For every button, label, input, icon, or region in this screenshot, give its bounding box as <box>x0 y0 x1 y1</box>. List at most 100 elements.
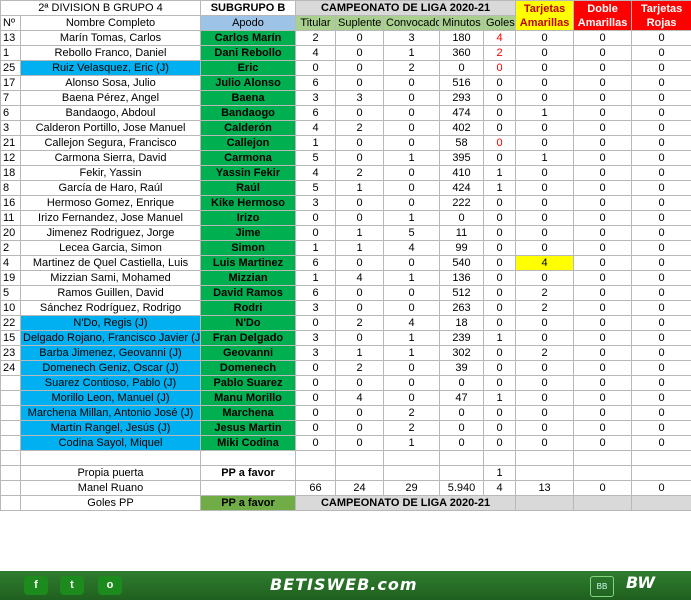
facebook-icon[interactable]: f <box>24 576 48 595</box>
goles-value: 0 <box>482 105 517 121</box>
goles-pp-row: Goles PP PP a favor CAMPEONATO DE LIGA 202… <box>0 495 691 511</box>
goles-value: 0 <box>482 315 517 331</box>
goles-header: Goles <box>482 15 517 31</box>
suplente-value: 0 <box>335 435 384 451</box>
convocado-value: 2 <box>383 420 440 436</box>
tarjetas-rojas-value: 0 <box>631 195 691 211</box>
propia-puerta-row: Propia puerta PP a favor 1 <box>0 465 691 481</box>
tarjetas-amarillas-value: 0 <box>515 90 575 106</box>
minutos-value: 0 <box>439 420 484 436</box>
titular-value: 0 <box>295 390 336 406</box>
campeonato-title: CAMPEONATO DE LIGA 2020-21 <box>294 0 517 16</box>
convocado-value: 0 <box>383 195 440 211</box>
player-full-name: N'Do, Regis (J) <box>20 315 201 331</box>
minutos-value: 402 <box>439 120 484 136</box>
tarjetas-rojas-value: 0 <box>631 150 691 166</box>
convocado-value: 1 <box>383 330 440 346</box>
doble-amarillas-value: 0 <box>573 300 633 316</box>
twitter-icon[interactable]: t <box>60 576 84 595</box>
tarjetas-amarillas-value: 1 <box>515 150 575 166</box>
minutos-value: 512 <box>439 285 484 301</box>
minutos-value: 263 <box>439 300 484 316</box>
doble-amarillas-value: 0 <box>573 195 633 211</box>
table-row: 2 Lecea Garcia, Simon Simon 1 1 4 99 0 0 0 0 <box>0 240 691 256</box>
tarjetas-rojas-value: 0 <box>631 45 691 61</box>
goles-value: 0 <box>482 60 517 76</box>
player-full-name: Marchena Millan, Antonio José (J) <box>20 405 201 421</box>
tarjetas-rojas-value: 0 <box>631 240 691 256</box>
player-number: 25 <box>0 60 21 76</box>
player-full-name: Ruiz Velasquez, Eric (J) <box>20 60 201 76</box>
tarjetas-amarillas-value: 0 <box>515 420 575 436</box>
instagram-icon[interactable]: o <box>98 576 122 595</box>
player-number: 17 <box>0 75 21 91</box>
doble-amarillas-value: 0 <box>573 45 633 61</box>
goles-value: 0 <box>482 270 517 286</box>
table-row: 15 Delgado Rojano, Francisco Javier (J) Fr… <box>0 330 691 346</box>
goles-value: 0 <box>482 210 517 226</box>
suplente-value: 2 <box>335 315 384 331</box>
tarjetas-amarillas-value: 0 <box>515 75 575 91</box>
table-row: Suarez Contioso, Pablo (J) Pablo Suarez 0 0… <box>0 375 691 391</box>
titular-value: 0 <box>295 315 336 331</box>
tarjetas-amarillas-value: 1 <box>515 105 575 121</box>
titular-value: 5 <box>295 150 336 166</box>
goles-value: 1 <box>482 390 517 406</box>
titular-value: 3 <box>295 195 336 211</box>
goles-value: 1 <box>482 330 517 346</box>
tarjetas-rojas-value: 0 <box>631 390 691 406</box>
suplente-value: 0 <box>335 75 384 91</box>
minutos-value: 302 <box>439 345 484 361</box>
convocado-value: 4 <box>383 240 440 256</box>
bw-logo[interactable]: BW <box>626 573 655 592</box>
empty-cell <box>439 450 484 466</box>
doble-amarillas-value: 0 <box>573 420 633 436</box>
goles-value: 0 <box>482 255 517 271</box>
convocado-value: 0 <box>383 255 440 271</box>
doble-amarillas-value: 0 <box>573 120 633 136</box>
player-number: 24 <box>0 360 21 376</box>
titular-value: 0 <box>295 435 336 451</box>
titular-value: 0 <box>295 60 336 76</box>
player-number <box>0 420 21 436</box>
player-number: 1 <box>0 45 21 61</box>
convocado-value: 4 <box>383 315 440 331</box>
titular-value: 0 <box>295 420 336 436</box>
titular-value: 1 <box>295 135 336 151</box>
tarjetas-amarillas-value: 2 <box>515 285 575 301</box>
titular-header: Titular <box>295 15 336 31</box>
table-row: Morillo Leon, Manuel (J) Manu Morillo 0 4 0 4… <box>0 390 691 406</box>
minutos-value: 239 <box>439 330 484 346</box>
titular-value: 4 <box>295 45 336 61</box>
doble-amarillas-value: 0 <box>573 105 633 121</box>
brand-logo[interactable]: BETISWEB.com <box>270 575 418 594</box>
titular-value: 3 <box>295 90 336 106</box>
table-row: 20 Jimenez Rodriguez, Jorge Jime 0 1 5 11 0 0 0 0 <box>0 225 691 241</box>
total-minutos: 5.940 <box>439 480 484 496</box>
table-row: 1 Rebollo Franco, Daniel Dani Rebollo 4 0 1 36… <box>0 45 691 61</box>
player-apodo: Julio Alonso <box>200 75 296 91</box>
player-apodo: Yassin Fekir <box>200 165 296 181</box>
player-apodo: Baena <box>200 90 296 106</box>
player-number: 13 <box>0 30 21 46</box>
player-full-name: Martinez de Quel Castiella, Luis <box>20 255 201 271</box>
empty-cell <box>0 480 21 496</box>
empty-cell <box>515 495 575 511</box>
tarjetas-amarillas-value: 0 <box>515 270 575 286</box>
minutos-value: 99 <box>439 240 484 256</box>
table-row: 16 Hermoso Gomez, Enrique Kike Hermoso 3 0 0 2… <box>0 195 691 211</box>
tarjetas-amarillas-value: 0 <box>515 165 575 181</box>
player-number: 6 <box>0 105 21 121</box>
goles-value: 0 <box>482 150 517 166</box>
player-apodo: Dani Rebollo <box>200 45 296 61</box>
player-full-name: García de Haro, Raúl <box>20 180 201 196</box>
totals-label: Manel Ruano <box>20 480 201 496</box>
player-full-name: Domenech Geniz, Oscar (J) <box>20 360 201 376</box>
goles-value: 0 <box>482 240 517 256</box>
minutos-value: 180 <box>439 30 484 46</box>
player-apodo: Kike Hermoso <box>200 195 296 211</box>
empty-cell <box>0 465 21 481</box>
empty-cell <box>631 450 691 466</box>
doble-amarillas-value: 0 <box>573 60 633 76</box>
convocado-value: 0 <box>383 90 440 106</box>
